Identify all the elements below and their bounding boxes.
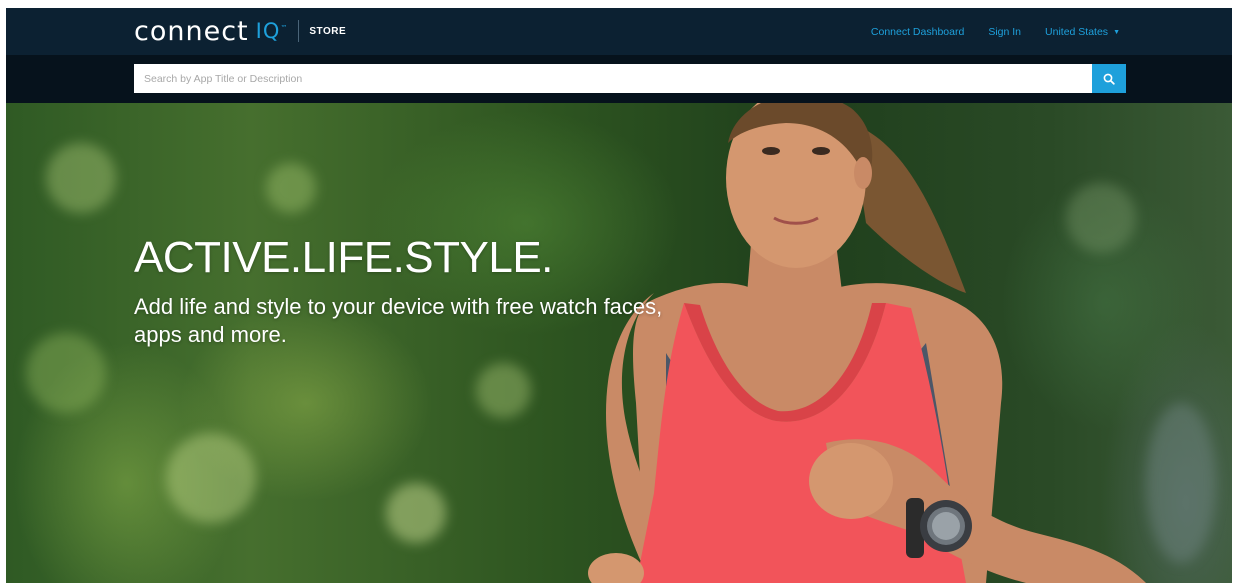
top-nav: connect IQ™ STORE Connect Dashboard Sign… [6,8,1232,55]
logo-divider [298,20,300,42]
nav-links: Connect Dashboard Sign In United States ▼ [871,8,1120,55]
search-bar [6,55,1232,103]
search-input[interactable] [134,64,1092,93]
logo-store-label: STORE [309,25,347,37]
hero-subtitle: Add life and style to your device with f… [134,294,663,347]
search-button[interactable] [1092,64,1126,93]
store-page: connect IQ™ STORE Connect Dashboard Sign… [6,8,1232,583]
caret-down-icon: ▼ [1113,28,1120,36]
search-icon [1103,73,1115,85]
logo-iq: IQ™ [255,19,289,43]
logo-wordmark: connect [134,15,249,47]
region-dropdown[interactable]: United States ▼ [1045,26,1120,38]
connect-dashboard-link[interactable]: Connect Dashboard [871,26,964,38]
region-label: United States [1045,25,1109,38]
sign-in-link[interactable]: Sign In [988,26,1021,38]
hero-title: ACTIVE.LIFE.STYLE. [134,233,553,282]
hero-banner: ACTIVE.LIFE.STYLE. Add life and style to… [6,103,1232,583]
connect-iq-store-logo[interactable]: connect IQ™ STORE [134,15,347,47]
